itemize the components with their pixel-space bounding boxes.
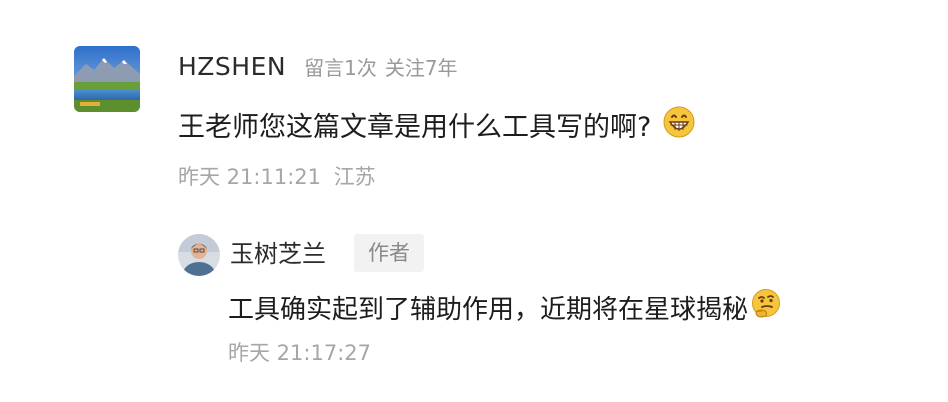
author-badge: 作者 bbox=[354, 234, 424, 272]
comment-header: HZSHEN 留言1次 关注7年 bbox=[178, 50, 458, 85]
commenter-name[interactable]: HZSHEN bbox=[178, 50, 286, 84]
author-name[interactable]: 玉树芝兰 bbox=[230, 237, 326, 271]
reply-text: 工具确实起到了辅助作用，近期将在星球揭秘 bbox=[228, 295, 749, 325]
comment-content: 王老师您这篇文章是用什么工具写的啊? bbox=[178, 106, 695, 150]
grin-face-icon bbox=[663, 106, 695, 150]
landscape-avatar-image bbox=[74, 46, 140, 112]
comment-text: 王老师您这篇文章是用什么工具写的啊? bbox=[178, 112, 652, 143]
comment-location: 江苏 bbox=[333, 165, 376, 189]
comment-time: 昨天 21:11:21 bbox=[178, 165, 321, 189]
message-count: 留言1次 bbox=[304, 56, 377, 80]
thinking-face-icon bbox=[750, 288, 782, 332]
reply-time: 昨天 21:17:27 bbox=[228, 341, 371, 365]
author-avatar[interactable] bbox=[178, 234, 220, 276]
reply-content: 工具确实起到了辅助作用，近期将在星球揭秘 bbox=[228, 288, 782, 332]
person-avatar-image bbox=[178, 234, 220, 276]
comment-meta: 昨天 21:11:21 江苏 bbox=[178, 162, 376, 192]
follow-duration: 关注7年 bbox=[384, 56, 458, 80]
user-avatar[interactable] bbox=[74, 46, 140, 112]
